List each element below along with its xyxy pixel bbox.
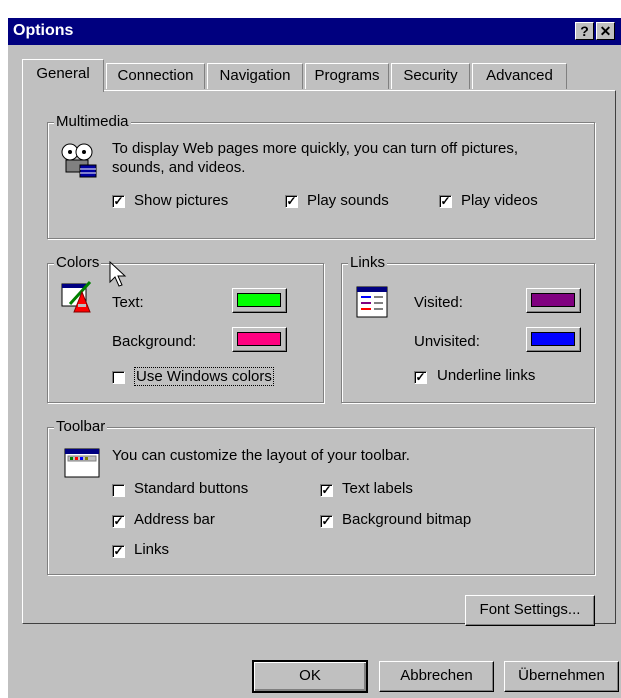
play-videos-label[interactable]: Play videos: [461, 192, 538, 209]
background-bitmap-checkbox[interactable]: ✓: [320, 515, 333, 528]
links-toolbar-label[interactable]: Links: [134, 541, 169, 558]
mouse-pointer-icon: [109, 261, 127, 287]
multimedia-label: Multimedia: [54, 113, 131, 130]
unvisited-color-fill: [531, 332, 575, 346]
standard-buttons-label[interactable]: Standard buttons: [134, 480, 248, 497]
help-button[interactable]: ?: [575, 22, 594, 40]
play-sounds-checkbox[interactable]: ✓: [285, 195, 298, 208]
tab-advanced[interactable]: Advanced: [472, 63, 567, 89]
background-color-label: Background:: [112, 333, 197, 350]
paint-brush-icon: [61, 280, 92, 313]
background-bitmap-label[interactable]: Background bitmap: [342, 511, 471, 528]
unvisited-color-label: Unvisited:: [414, 333, 480, 350]
tab-security[interactable]: Security: [391, 63, 470, 89]
cancel-button[interactable]: Abbrechen: [379, 661, 494, 692]
toolbar-description: You can customize the layout of your too…: [112, 447, 410, 464]
multimedia-group: Multimedia To display Web pages more qui…: [47, 113, 595, 239]
tab-general[interactable]: General: [22, 59, 104, 92]
title-bar[interactable]: Options ? ✕: [8, 18, 621, 45]
general-panel: Multimedia To display Web pages more qui…: [22, 90, 616, 626]
options-dialog: Options ? ✕ General Connection Navigatio…: [8, 18, 621, 698]
show-pictures-checkbox[interactable]: ✓: [112, 195, 125, 208]
font-settings-button[interactable]: Font Settings...: [465, 595, 595, 626]
play-sounds-label[interactable]: Play sounds: [307, 192, 389, 209]
background-color-button[interactable]: [232, 327, 287, 352]
standard-buttons-checkbox[interactable]: [112, 484, 125, 497]
visited-color-button[interactable]: [526, 288, 581, 313]
text-color-label: Text:: [112, 294, 144, 311]
underline-links-label[interactable]: Underline links: [437, 367, 535, 384]
underline-links-checkbox[interactable]: ✓: [414, 371, 427, 384]
show-pictures-label[interactable]: Show pictures: [134, 192, 228, 209]
text-labels-label[interactable]: Text labels: [342, 480, 413, 497]
colors-group: Colors Text: Background: Use Windows col…: [47, 254, 324, 403]
toolbar-group: Toolbar You can customize the layout of …: [47, 418, 595, 575]
film-reel-icon: [61, 143, 97, 178]
play-videos-checkbox[interactable]: ✓: [439, 195, 452, 208]
apply-button[interactable]: Übernehmen: [504, 661, 619, 692]
use-windows-colors-label[interactable]: Use Windows colors: [134, 367, 274, 386]
multimedia-description-line1: To display Web pages more quickly, you c…: [112, 140, 519, 157]
use-windows-colors-checkbox[interactable]: [112, 371, 125, 384]
text-color-button[interactable]: [232, 288, 287, 313]
tab-connection[interactable]: Connection: [106, 63, 205, 89]
visited-color-label: Visited:: [414, 294, 463, 311]
colors-label: Colors: [54, 254, 102, 271]
link-page-icon: [356, 286, 388, 318]
tab-programs[interactable]: Programs: [305, 63, 389, 89]
text-labels-checkbox[interactable]: ✓: [320, 484, 333, 497]
background-color-fill: [237, 332, 281, 346]
address-bar-checkbox[interactable]: ✓: [112, 515, 125, 528]
unvisited-color-button[interactable]: [526, 327, 581, 352]
toolbar-label: Toolbar: [54, 418, 108, 435]
ok-button[interactable]: OK: [252, 660, 368, 693]
text-color-fill: [237, 293, 281, 307]
multimedia-description-line2: sounds, and videos.: [112, 159, 246, 176]
visited-color-fill: [531, 293, 575, 307]
toolbar-window-icon: [64, 448, 100, 478]
links-toolbar-checkbox[interactable]: ✓: [112, 545, 125, 558]
window-title: Options: [13, 22, 74, 39]
links-label: Links: [348, 254, 388, 271]
tab-navigation[interactable]: Navigation: [207, 63, 303, 89]
close-button[interactable]: ✕: [596, 22, 615, 40]
address-bar-label[interactable]: Address bar: [134, 511, 215, 528]
links-group: Links Visited: Unvisited: ✓ Underline li…: [341, 254, 595, 403]
